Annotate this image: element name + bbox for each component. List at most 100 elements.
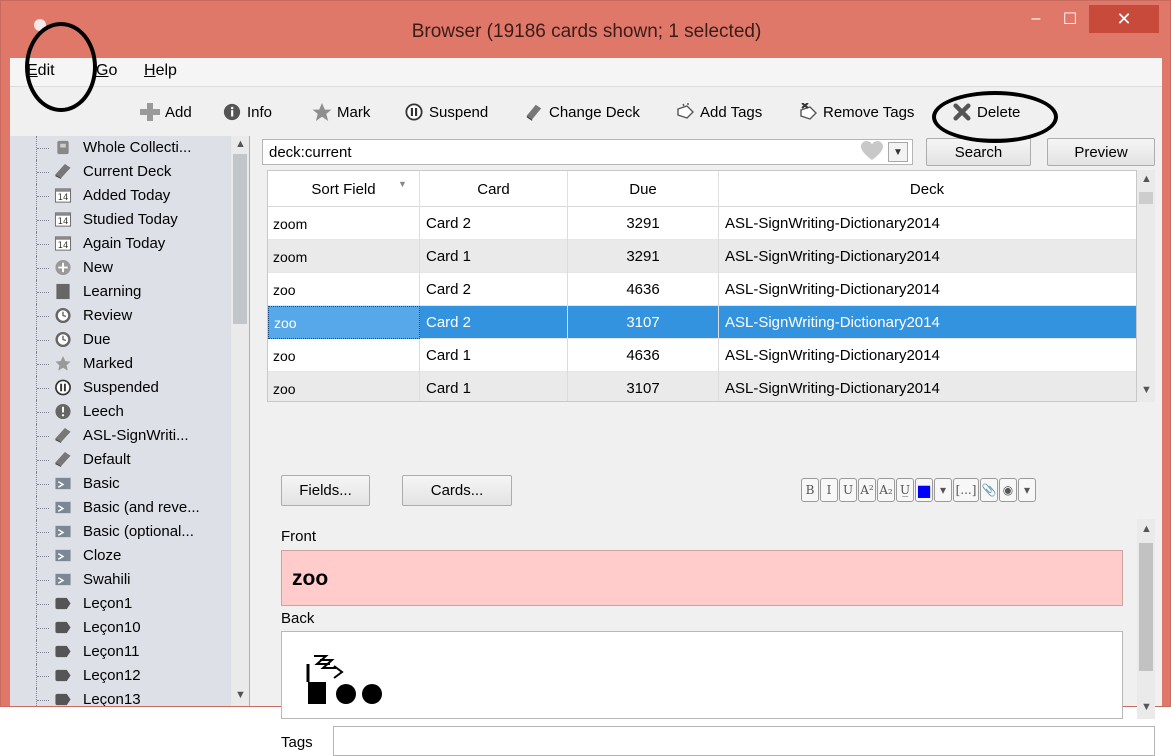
- menu-go[interactable]: Go: [96, 62, 117, 80]
- table-row[interactable]: zoo Card 2 4636 ASL-SignWriting-Dictionary2…: [268, 273, 1136, 306]
- sidebar-item[interactable]: 14 Added Today: [10, 184, 232, 208]
- close-button[interactable]: ✕: [1089, 5, 1159, 33]
- suspend-button[interactable]: Suspend: [404, 100, 488, 124]
- subscript-button[interactable]: A₂: [877, 478, 895, 502]
- sidebar-item[interactable]: Swahili: [10, 568, 232, 592]
- editor-scrollbar[interactable]: ▲ ▼: [1137, 519, 1155, 719]
- more-button[interactable]: ▾: [1018, 478, 1036, 502]
- sidebar-item[interactable]: Suspended: [10, 376, 232, 400]
- sidebar-item[interactable]: Current Deck: [10, 160, 232, 184]
- scroll-up-icon[interactable]: ▲: [1141, 173, 1152, 185]
- italic-button[interactable]: I: [820, 478, 838, 502]
- fields-button[interactable]: Fields...: [281, 475, 370, 506]
- column-header-due[interactable]: Due: [568, 171, 719, 207]
- sidebar-item-label: Leçon10: [83, 619, 141, 636]
- menu-bar: Edit Go Help: [10, 58, 1162, 87]
- tags-input[interactable]: [333, 726, 1155, 756]
- scroll-down-icon[interactable]: ▼: [1141, 384, 1152, 396]
- attach-button[interactable]: 📎: [980, 478, 998, 502]
- add-button[interactable]: Add: [140, 100, 192, 124]
- column-header-card[interactable]: Card: [420, 171, 568, 207]
- sidebar-item[interactable]: Marked: [10, 352, 232, 376]
- change-deck-button[interactable]: Change Deck: [524, 100, 640, 124]
- sidebar-item[interactable]: New: [10, 256, 232, 280]
- sidebar-item[interactable]: Basic (and reve...: [10, 496, 232, 520]
- preview-button[interactable]: Preview: [1047, 138, 1155, 166]
- table-row[interactable]: zoo Card 1 4636 ASL-SignWriting-Dictionary2…: [268, 339, 1136, 372]
- table-scrollbar[interactable]: ▲ ▼: [1137, 170, 1155, 402]
- menu-help-rest: elp: [155, 62, 177, 79]
- column-header-deck[interactable]: Deck: [719, 171, 1135, 207]
- editor-scroll-thumb[interactable]: [1139, 543, 1153, 671]
- scroll-up-icon[interactable]: ▲: [1141, 523, 1152, 535]
- sidebar-scroll-thumb[interactable]: [233, 154, 247, 324]
- mark-button[interactable]: Mark: [312, 100, 370, 124]
- add-tags-button[interactable]: Add Tags: [675, 100, 762, 124]
- clear-format-button[interactable]: U̲: [896, 478, 914, 502]
- sidebar-item[interactable]: Cloze: [10, 544, 232, 568]
- annotation-circle-edit: [25, 22, 97, 112]
- calendar-badge: 14: [58, 241, 69, 251]
- sidebar-item[interactable]: Leçon11: [10, 640, 232, 664]
- table-row[interactable]: zoom Card 2 3291 ASL-SignWriting-Dictionary…: [268, 207, 1136, 240]
- tree-connector: [36, 280, 56, 304]
- table-scroll-thumb[interactable]: [1139, 192, 1153, 204]
- superscript-button[interactable]: A²: [858, 478, 876, 502]
- table-cell-due: 3291: [568, 240, 719, 273]
- scroll-up-icon[interactable]: ▲: [235, 138, 246, 150]
- sidebar-item[interactable]: 14 Studied Today: [10, 208, 232, 232]
- scroll-down-icon[interactable]: ▼: [235, 689, 246, 701]
- table-row[interactable]: zoo Card 1 3107 ASL-SignWriting-Dictionary2…: [268, 372, 1136, 401]
- sidebar-item[interactable]: Learning: [10, 280, 232, 304]
- record-button[interactable]: ◉: [999, 478, 1017, 502]
- title-bar[interactable]: Browser (19186 cards shown; 1 selected) …: [1, 1, 1171, 58]
- sidebar-item-label: Basic: [83, 475, 120, 492]
- front-field[interactable]: zoo: [281, 550, 1123, 606]
- sidebar-item[interactable]: Due: [10, 328, 232, 352]
- table-row[interactable]: zoom Card 1 3291 ASL-SignWriting-Dictionary…: [268, 240, 1136, 273]
- note-type-icon: [55, 573, 71, 586]
- tree-connector: [36, 136, 56, 160]
- front-field-label: Front: [281, 528, 317, 545]
- search-input[interactable]: [262, 139, 913, 165]
- sidebar-item[interactable]: Default: [10, 448, 232, 472]
- cards-button[interactable]: Cards...: [402, 475, 512, 506]
- sidebar-item[interactable]: Leech: [10, 400, 232, 424]
- tree-connector: [36, 496, 56, 520]
- info-button[interactable]: Info: [222, 100, 272, 124]
- sidebar-item[interactable]: Leçon13: [10, 688, 232, 706]
- bold-button[interactable]: B: [801, 478, 819, 502]
- search-history-dropdown[interactable]: ▼: [888, 142, 908, 162]
- maximize-button[interactable]: ☐: [1053, 5, 1087, 33]
- table-cell-sort-field: zoo: [268, 372, 420, 401]
- sidebar-item[interactable]: Leçon1: [10, 592, 232, 616]
- heart-icon[interactable]: [861, 140, 883, 162]
- cloze-button[interactable]: [...]: [953, 478, 979, 502]
- note-type-icon: [55, 549, 71, 562]
- sidebar-item[interactable]: Review: [10, 304, 232, 328]
- back-field-label: Back: [281, 610, 315, 627]
- sidebar-list: Whole Collecti... Current Deck 14 Added Tod…: [10, 136, 232, 706]
- scroll-down-icon[interactable]: ▼: [1141, 701, 1152, 713]
- minimize-button[interactable]: –: [1019, 5, 1053, 33]
- sidebar-item[interactable]: 14 Again Today: [10, 232, 232, 256]
- remove-tags-button[interactable]: Remove Tags: [798, 100, 914, 124]
- info-icon: [223, 103, 241, 121]
- sidebar-item[interactable]: Leçon10: [10, 616, 232, 640]
- sidebar-item[interactable]: Basic: [10, 472, 232, 496]
- sidebar-item[interactable]: Leçon12: [10, 664, 232, 688]
- sidebar-item[interactable]: Basic (optional...: [10, 520, 232, 544]
- sidebar-item-label: Again Today: [83, 235, 166, 252]
- sidebar-item[interactable]: ASL-SignWriti...: [10, 424, 232, 448]
- color-menu-button[interactable]: ▾: [934, 478, 952, 502]
- table-cell-due: 3107: [568, 372, 719, 401]
- back-field[interactable]: [281, 631, 1123, 719]
- sidebar-item[interactable]: Whole Collecti...: [10, 136, 232, 160]
- underline-button[interactable]: U: [839, 478, 857, 502]
- column-header-sort-field[interactable]: Sort Field ▼: [268, 171, 420, 207]
- cards-table: Sort Field ▼ Card Due Deck zoom Card 2 329…: [267, 170, 1137, 402]
- table-row[interactable]: zoo Card 2 3107 ASL-SignWriting-Dictionary2…: [268, 306, 1136, 339]
- text-color-button[interactable]: ■: [915, 478, 933, 502]
- sidebar-scrollbar[interactable]: ▲ ▼: [231, 136, 249, 706]
- menu-help[interactable]: Help: [144, 62, 177, 80]
